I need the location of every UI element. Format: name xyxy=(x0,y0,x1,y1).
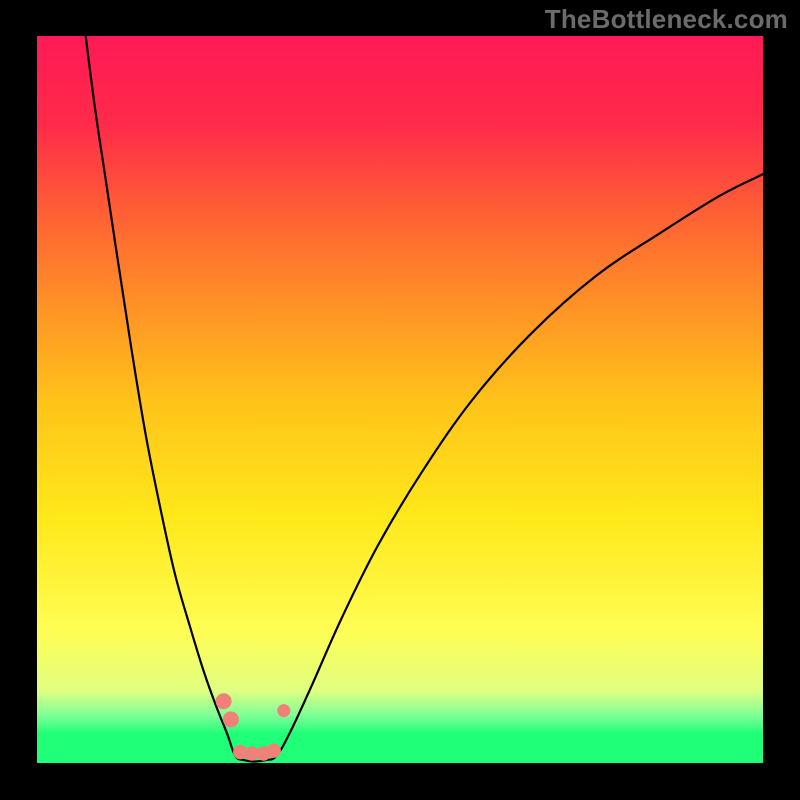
marker-left-cluster-lower xyxy=(223,711,239,727)
marker-bottom-4 xyxy=(266,743,281,758)
marker-right-small xyxy=(277,704,290,717)
chart-svg xyxy=(37,36,763,763)
plot-area xyxy=(37,36,763,763)
outer-frame: TheBottleneck.com xyxy=(0,0,800,800)
marker-left-cluster-upper xyxy=(216,693,232,709)
gradient-background xyxy=(37,36,763,763)
watermark-text: TheBottleneck.com xyxy=(545,4,788,35)
